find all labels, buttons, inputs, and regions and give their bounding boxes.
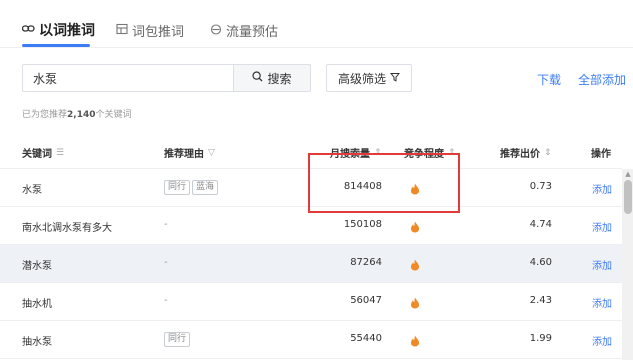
search-input-value: 水泵 xyxy=(33,71,58,86)
column-header-competition[interactable]: 竞争程度 ⇕ xyxy=(404,145,456,161)
tab-label: 流量预估 xyxy=(226,24,279,40)
table-row: 南水北调水泵有多大 - 150108 4.74 添加 xyxy=(0,207,622,245)
summary-count: 2,140 xyxy=(67,110,96,120)
tab-label: 词包推词 xyxy=(132,24,185,40)
column-header-reason[interactable]: 推荐理由 ▽ xyxy=(164,145,215,161)
add-button[interactable]: 添加 xyxy=(592,295,612,310)
add-button[interactable]: 添加 xyxy=(592,219,612,234)
header-label: 推荐理由 xyxy=(164,149,204,160)
monthly-search-cell: 56047 xyxy=(350,295,382,306)
fire-icon xyxy=(410,332,420,351)
column-header-bid[interactable]: 推荐出价 ⇕ xyxy=(500,145,552,161)
advanced-filter-button[interactable]: 高级筛选 xyxy=(326,64,412,92)
tag-peer: 同行 xyxy=(164,332,191,347)
download-link[interactable]: 下载 xyxy=(537,71,561,88)
table-row: 水泵 同行 蓝海 814408 0.73 添加 xyxy=(0,169,622,207)
scroll-up-icon[interactable]: ▲ xyxy=(624,170,632,178)
tab-bar: 以词推词 词包推词 流量预估 xyxy=(0,0,633,48)
search-icon xyxy=(252,71,263,85)
add-button[interactable]: 添加 xyxy=(592,257,612,272)
bid-cell: 4.60 xyxy=(529,257,552,268)
keyword-cell: 潜水泵 xyxy=(22,261,52,272)
active-tab-indicator xyxy=(22,44,90,47)
summary-prefix: 已为您推荐 xyxy=(22,110,68,120)
bid-cell: 2.43 xyxy=(529,295,552,306)
tag-blue-ocean: 蓝海 xyxy=(192,180,219,195)
table-header: 关键词 ☰ 推荐理由 ▽ 月搜索量 ⇕ 竞争程度 ⇕ 推荐出价 ⇕ 操作 xyxy=(0,133,622,169)
bid-cell: 4.74 xyxy=(529,219,552,230)
column-header-action: 操作 xyxy=(591,145,611,160)
add-button[interactable]: 添加 xyxy=(592,333,612,348)
column-header-keyword[interactable]: 关键词 ☰ xyxy=(22,145,65,161)
fire-icon xyxy=(410,256,420,275)
recommend-summary: 已为您推荐2,140个关键词 xyxy=(22,107,132,120)
monthly-search-cell: 814408 xyxy=(343,181,382,192)
filter-icon xyxy=(389,72,401,85)
tag-peer: 同行 xyxy=(164,180,191,195)
search-input[interactable]: 水泵 xyxy=(22,64,233,92)
reason-cell: - xyxy=(164,295,168,306)
monthly-search-cell: 55440 xyxy=(350,333,382,344)
bid-cell: 1.99 xyxy=(529,333,552,344)
header-label: 竞争程度 xyxy=(404,149,444,160)
header-label: 操作 xyxy=(591,149,611,160)
monthly-search-cell: 150108 xyxy=(343,219,382,230)
add-all-link[interactable]: 全部添加 xyxy=(578,71,626,88)
bid-cell: 0.73 xyxy=(529,181,552,192)
search-button-label: 搜索 xyxy=(267,71,292,86)
reason-cell: 同行 xyxy=(164,332,192,347)
reason-cell: 同行 蓝海 xyxy=(164,180,220,195)
keyword-cell: 抽水机 xyxy=(22,299,52,310)
scrollbar-thumb[interactable] xyxy=(624,180,632,214)
keyword-cell: 南水北调水泵有多大 xyxy=(22,223,112,234)
add-button[interactable]: 添加 xyxy=(592,181,612,196)
tab-package-recommend[interactable]: 词包推词 xyxy=(116,20,184,40)
header-label: 月搜索量 xyxy=(330,149,370,160)
keyword-cell: 水泵 xyxy=(22,185,42,196)
filter-icon: ▽ xyxy=(208,147,215,158)
link-icon xyxy=(21,23,35,37)
filter-button-label: 高级筛选 xyxy=(337,71,386,86)
fire-icon xyxy=(410,218,420,237)
summary-suffix: 个关键词 xyxy=(95,110,132,120)
table-row: 潜水泵 - 87264 4.60 添加 xyxy=(0,245,622,283)
tab-keyword-recommend[interactable]: 以词推词 xyxy=(21,20,95,40)
sort-icon: ⇕ xyxy=(374,147,382,158)
gauge-icon xyxy=(210,23,222,38)
tab-label: 以词推词 xyxy=(39,23,95,39)
sort-icon: ⇕ xyxy=(448,147,456,158)
monthly-search-cell: 87264 xyxy=(350,257,382,268)
header-label: 关键词 xyxy=(22,149,52,160)
sort-icon: ⇕ xyxy=(544,147,552,158)
reason-cell: - xyxy=(164,219,168,230)
keyword-cell: 抽水泵 xyxy=(22,337,52,348)
fire-icon xyxy=(410,294,420,313)
table-row: 抽水机 - 56047 2.43 添加 xyxy=(0,283,622,321)
header-label: 推荐出价 xyxy=(500,149,540,160)
list-icon: ☰ xyxy=(56,147,65,158)
package-icon xyxy=(116,23,128,38)
fire-icon xyxy=(410,180,420,199)
search-button[interactable]: 搜索 xyxy=(233,64,311,92)
reason-cell: - xyxy=(164,257,168,268)
column-header-monthly-search[interactable]: 月搜索量 ⇕ xyxy=(330,145,382,161)
table-row: 抽水泵 同行 55440 1.99 添加 xyxy=(0,321,622,359)
tab-traffic-estimate[interactable]: 流量预估 xyxy=(210,20,278,40)
